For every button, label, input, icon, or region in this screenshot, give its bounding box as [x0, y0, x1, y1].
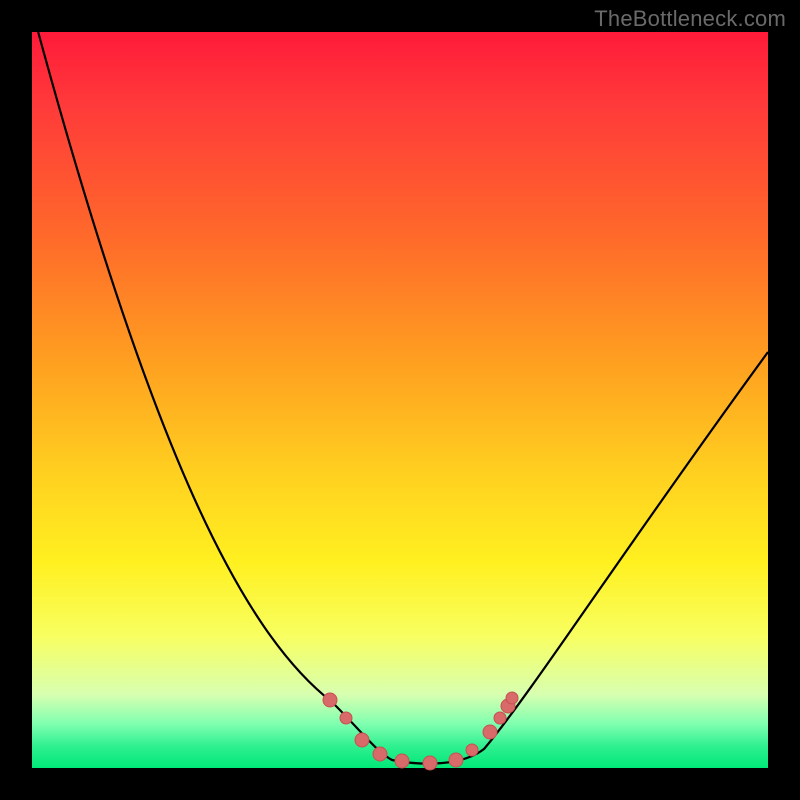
- valley-dot: [340, 712, 352, 724]
- bottleneck-curve: [36, 24, 768, 764]
- outer-frame: TheBottleneck.com: [0, 0, 800, 800]
- chart-svg: [32, 32, 768, 768]
- valley-dot: [373, 747, 387, 761]
- valley-dot: [466, 744, 478, 756]
- valley-dot: [423, 756, 437, 770]
- valley-dot: [323, 693, 337, 707]
- valley-dot: [494, 712, 506, 724]
- valley-dot: [483, 725, 497, 739]
- valley-dots: [323, 692, 518, 770]
- watermark-text: TheBottleneck.com: [594, 6, 786, 32]
- valley-dot: [355, 733, 369, 747]
- valley-dot: [395, 754, 409, 768]
- valley-dot: [449, 753, 463, 767]
- valley-dot: [506, 692, 518, 704]
